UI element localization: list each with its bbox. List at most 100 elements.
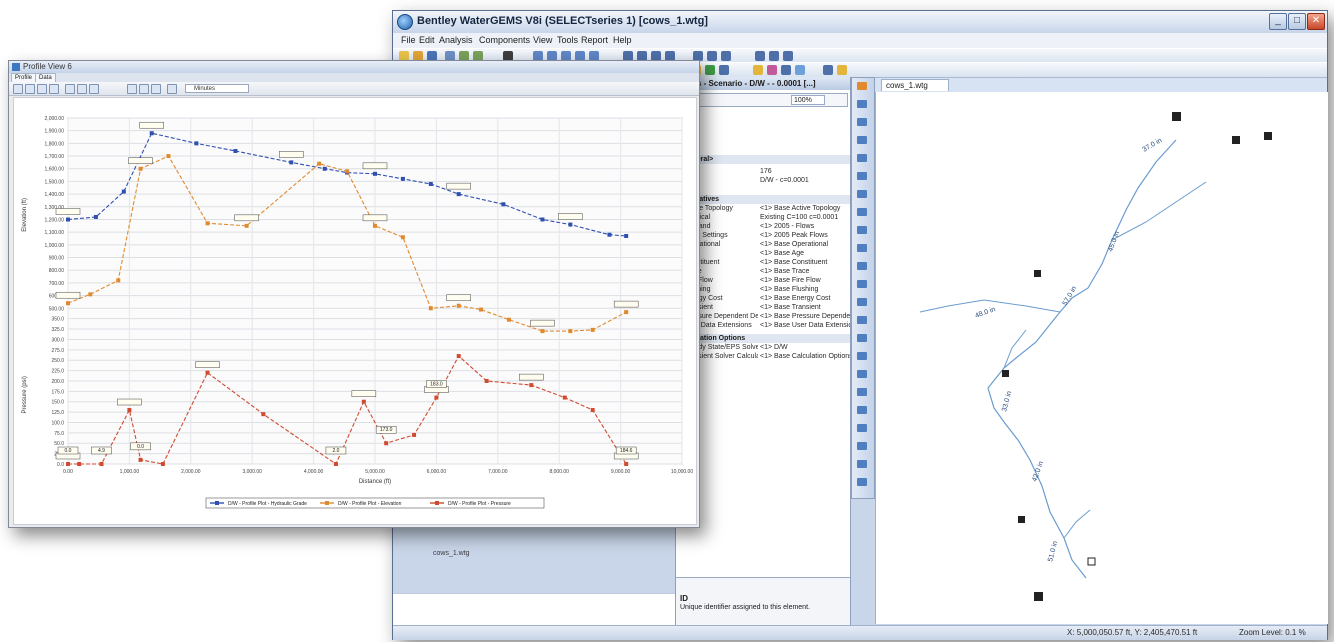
calc-option-row[interactable]: Transient Solver Calculat <1> Base Calcul… [676, 352, 850, 361]
reservoir-symbol[interactable] [1232, 136, 1240, 144]
reservoir-icon[interactable] [753, 65, 763, 75]
branch-pipeline-mid[interactable] [1003, 329, 1027, 369]
tank-symbol[interactable] [1172, 112, 1181, 121]
stop-icon[interactable] [151, 84, 161, 94]
menu-components[interactable]: Components [479, 35, 530, 45]
tank-symbol[interactable] [1018, 516, 1025, 523]
menu-edit[interactable]: Edit [419, 35, 435, 45]
minimize-button[interactable]: _ [1269, 13, 1287, 30]
time-icon[interactable] [167, 84, 177, 94]
zoom-combo[interactable]: 100% [791, 95, 825, 105]
junction-symbol[interactable] [1002, 370, 1009, 377]
menu-file[interactable]: File [401, 35, 416, 45]
valve-icon[interactable] [719, 65, 729, 75]
layout-check-valve-icon[interactable] [857, 442, 867, 450]
profiles-icon[interactable] [707, 51, 717, 61]
maximize-button[interactable]: □ [1288, 13, 1306, 30]
layout-air-valve-icon[interactable] [857, 388, 867, 396]
property-row[interactable]: Energy Cost <1> Base Energy Cost [676, 294, 850, 303]
zoom-icon[interactable] [65, 84, 75, 94]
properties-category-general[interactable]: <General> [676, 155, 850, 164]
property-row[interactable]: Transient<1> Base Transient [676, 303, 850, 312]
layout-prv-icon[interactable] [857, 226, 867, 234]
print-icon[interactable] [25, 84, 35, 94]
layout-isolation-valve-icon[interactable] [857, 316, 867, 324]
layout-junction-icon[interactable] [857, 118, 867, 126]
layout-gpv-icon[interactable] [857, 298, 867, 306]
menu-help[interactable]: Help [613, 35, 632, 45]
layout-tank-icon[interactable] [857, 154, 867, 162]
property-row-id[interactable]: 176 [676, 167, 850, 176]
menu-report[interactable]: Report [581, 35, 608, 45]
valve-symbol[interactable] [1034, 270, 1041, 277]
menu-tools[interactable]: Tools [557, 35, 578, 45]
layout-text-icon[interactable] [857, 478, 867, 486]
menu-analysis[interactable]: Analysis [439, 35, 473, 45]
info-icon[interactable] [837, 65, 847, 75]
properties-element-selector[interactable]: 100% [678, 93, 848, 107]
copy-icon[interactable] [37, 84, 47, 94]
pump-symbol[interactable] [1264, 132, 1272, 140]
profile-chart-area[interactable]: 2,000.00 1,900.00 1,800.00 1,700.00 1,600.00… [13, 97, 697, 525]
pipe-diameter-label: 51.0 in [1047, 540, 1059, 562]
contours-icon[interactable] [721, 51, 731, 61]
hydrant-icon[interactable] [767, 65, 777, 75]
pump-symbol[interactable] [1087, 557, 1096, 566]
menu-view[interactable]: View [533, 35, 552, 45]
property-row[interactable]: Flushing<1> Base Flushing [676, 285, 850, 294]
calc-option-row[interactable]: Steady State/EPS Solver <1> D/W [676, 343, 850, 352]
layout-valve-icon[interactable] [857, 208, 867, 216]
reports-icon[interactable] [755, 51, 765, 61]
property-row[interactable]: Trace<1> Base Trace [676, 267, 850, 276]
layout-orifice-icon[interactable] [857, 406, 867, 414]
reservoir-symbol[interactable] [1034, 592, 1043, 601]
layout-tcv-icon[interactable] [857, 280, 867, 288]
property-row[interactable]: Active Topology <1> Base Active Topology [676, 204, 850, 213]
property-row[interactable]: Initial Settings <1> 2005 Peak Flows [676, 231, 850, 240]
layout-psv-icon[interactable] [857, 244, 867, 252]
export-icon[interactable] [49, 84, 59, 94]
property-row[interactable]: Fire Flow<1> Base Fire Flow [676, 276, 850, 285]
properties-category-alternatives[interactable]: Alternatives [676, 195, 850, 204]
property-row[interactable]: Demand<1> 2005 - Flows [676, 222, 850, 231]
title-bar[interactable]: Bentley WaterGEMS V8i (SELECTseries 1) [… [393, 11, 1327, 34]
layout-reservoir-icon[interactable] [857, 172, 867, 180]
pump-icon[interactable] [705, 65, 715, 75]
node-label-box [117, 398, 142, 406]
close-button[interactable]: ✕ [1307, 13, 1325, 30]
property-row[interactable]: Age<1> Base Age [676, 249, 850, 258]
zoom-extents-icon[interactable] [77, 84, 87, 94]
layout-surge-tank-icon[interactable] [857, 370, 867, 378]
property-row[interactable]: Pressure Dependent Dem <1> Base Pressure … [676, 312, 850, 321]
layout-select-icon[interactable] [857, 82, 867, 90]
tab-drawing[interactable]: cows_1.wtg [881, 79, 949, 91]
layout-spot-elevation-icon[interactable] [857, 334, 867, 342]
property-row[interactable]: Constituent <1> Base Constituent [676, 258, 850, 267]
explorer-item-label[interactable]: cows_1.wtg [433, 550, 470, 557]
time-units-select[interactable]: Minutes [185, 84, 249, 93]
properties-category-calculation[interactable]: Calculation Options [676, 334, 850, 343]
options-icon[interactable] [89, 84, 99, 94]
layout-border-icon[interactable] [857, 460, 867, 468]
layout-pipe-icon[interactable] [857, 100, 867, 108]
property-row[interactable]: User Data Extensions <1> Base User Data E… [676, 321, 850, 330]
select-icon[interactable] [823, 65, 833, 75]
branch-pipeline-south[interactable] [1063, 509, 1091, 539]
layout-turbine-icon[interactable] [857, 352, 867, 360]
help-icon[interactable] [783, 51, 793, 61]
property-row[interactable]: Operational <1> Base Operational [676, 240, 850, 249]
drawing-canvas[interactable]: 37.0 in 45.0 in 57.0 in 48.0 in 42.0 in … [875, 92, 1328, 624]
options-icon[interactable] [769, 51, 779, 61]
layout-discharge-icon[interactable] [857, 424, 867, 432]
property-row-label[interactable]: D/W - c=0.0001 [676, 176, 850, 185]
play-icon[interactable] [127, 84, 137, 94]
pause-icon[interactable] [139, 84, 149, 94]
property-row[interactable]: PhysicalExisting C=100 c=0.0001 [676, 213, 850, 222]
junction-icon[interactable] [781, 65, 791, 75]
layout-hydrant-icon[interactable] [857, 136, 867, 144]
layout-pump-icon[interactable] [857, 190, 867, 198]
spot-elevation-icon[interactable] [795, 65, 805, 75]
main-pipeline[interactable] [987, 139, 1177, 579]
chart-settings-icon[interactable] [13, 84, 23, 94]
layout-fcv-icon[interactable] [857, 262, 867, 270]
